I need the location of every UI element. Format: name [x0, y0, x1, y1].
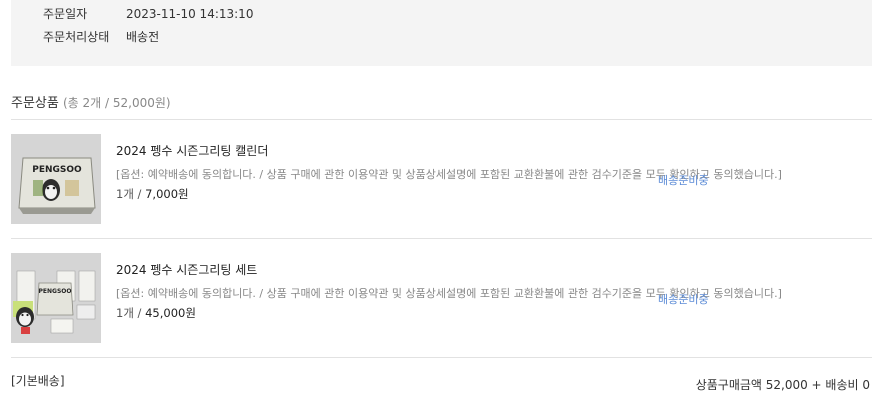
product-quantity: 1개	[116, 187, 134, 201]
order-status-row: 주문처리상태 배송전	[43, 28, 159, 45]
products-section-title: 주문상품 (총 2개 / 52,000원)	[11, 92, 171, 111]
order-info-panel: 주문일자 2023-11-10 14:13:10 주문처리상태 배송전	[11, 0, 872, 66]
product-item: PENGSOO 2024 펭수 시즌그리팅 캘린더 [옵션: 예약배송에 동의합…	[11, 134, 872, 224]
product-price: 45,000원	[145, 306, 196, 320]
product-item: PENGSOO 2024 펭수 시즌그리팅 세트 [옵션: 예약배송에 동의합니…	[11, 253, 872, 343]
product-thumbnail[interactable]: PENGSOO	[11, 253, 101, 343]
order-status-label: 주문처리상태	[43, 30, 110, 44]
set-image: PENGSOO	[11, 253, 101, 343]
product-price: 7,000원	[145, 187, 189, 201]
product-name[interactable]: 2024 펭수 시즌그리팅 세트	[116, 261, 257, 278]
product-thumbnail[interactable]: PENGSOO	[11, 134, 101, 224]
product-divider	[11, 357, 872, 358]
product-status: 배송준비중	[658, 293, 709, 306]
shipping-type-label: [기본배송]	[11, 374, 65, 388]
product-price-line: 1개 / 45,000원	[116, 306, 196, 320]
product-name[interactable]: 2024 펭수 시즌그리팅 캘린더	[116, 142, 268, 159]
products-title: 주문상품	[11, 96, 59, 111]
section-divider	[11, 119, 872, 120]
product-quantity: 1개	[116, 306, 134, 320]
shipping-total: 상품구매금액 52,000 + 배송비 0	[695, 378, 870, 392]
products-summary: (총 2개 / 52,000원)	[62, 96, 171, 110]
order-date-label: 주문일자	[43, 7, 88, 21]
thumb-text: PENGSOO	[39, 288, 72, 295]
order-status-value: 배송전	[126, 30, 160, 44]
calendar-image: PENGSOO	[11, 134, 101, 224]
order-date-row: 주문일자 2023-11-10 14:13:10	[43, 5, 253, 22]
product-price-line: 1개 / 7,000원	[116, 187, 189, 201]
order-date-value: 2023-11-10 14:13:10	[126, 7, 254, 21]
product-status: 배송준비중	[658, 174, 709, 187]
thumb-text: PENGSOO	[32, 165, 82, 175]
product-divider	[11, 238, 872, 239]
